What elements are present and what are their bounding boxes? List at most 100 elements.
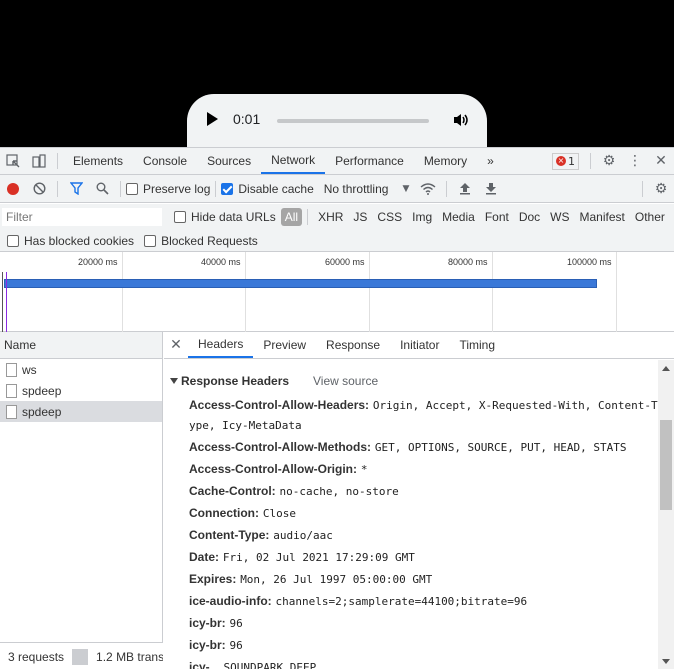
filter-type-media[interactable]: Media [437, 208, 480, 226]
disable-cache-label: Disable cache [238, 181, 314, 196]
filter-type-js[interactable]: JS [348, 208, 372, 226]
timeline-gridline [245, 252, 246, 332]
search-button[interactable] [89, 176, 115, 202]
header-key: Expires: [189, 572, 237, 586]
header-key: Connection: [189, 506, 259, 520]
request-detail-pane: ✕ Headers Preview Response Initiator Tim… [164, 332, 674, 669]
transferred-size: 1.2 MB transfe [96, 649, 163, 664]
tab-performance[interactable]: Performance [325, 148, 414, 174]
filter-type-all[interactable]: All [280, 208, 303, 226]
has-blocked-cookies-checkbox[interactable]: Has blocked cookies [7, 234, 134, 248]
preserve-log-box[interactable] [126, 182, 138, 195]
divider [72, 648, 89, 665]
section-title: Response Headers [181, 374, 290, 388]
clear-button[interactable] [26, 176, 52, 202]
tab-headers[interactable]: Headers [188, 332, 254, 358]
header-key: Content-Type: [189, 528, 270, 542]
error-count: 1 [568, 154, 575, 168]
scroll-up-arrow-icon[interactable] [662, 366, 670, 371]
filter-type-ws[interactable]: WS [545, 208, 574, 226]
timeline-gridline [616, 252, 617, 332]
error-count-badge[interactable]: × 1 [552, 152, 579, 170]
filter-type-css[interactable]: CSS [372, 208, 407, 226]
header-value: Close [262, 507, 296, 520]
tab-network[interactable]: Network [261, 148, 326, 174]
inspect-element-icon[interactable] [0, 148, 26, 174]
header-row: Date: Fri, 02 Jul 2021 17:29:09 GMT [189, 547, 659, 568]
request-name: ws [22, 362, 37, 377]
throttling-select[interactable]: No throttling [324, 182, 389, 196]
header-row: Cache-Control: no-cache, no-store [189, 481, 659, 502]
disable-cache-box[interactable] [221, 182, 234, 195]
network-settings-gear-icon[interactable]: ⚙ [648, 176, 674, 202]
tab-console[interactable]: Console [133, 148, 197, 174]
view-source-link[interactable]: View source [313, 374, 378, 388]
header-value: 96 [229, 639, 243, 652]
file-icon [6, 404, 17, 419]
play-icon[interactable] [207, 112, 218, 126]
tab-initiator[interactable]: Initiator [390, 332, 449, 358]
tab-elements[interactable]: Elements [63, 148, 133, 174]
filter-type-xhr[interactable]: XHR [313, 208, 348, 226]
tab-response[interactable]: Response [316, 332, 390, 358]
audio-player[interactable]: 0:01 [187, 94, 487, 147]
filter-type-manifest[interactable]: Manifest [575, 208, 630, 226]
disable-cache-checkbox[interactable]: Disable cache [221, 181, 314, 196]
has-blocked-cookies-label: Has blocked cookies [24, 233, 135, 248]
error-icon: × [556, 156, 566, 166]
tab-sources[interactable]: Sources [197, 148, 261, 174]
kebab-menu-icon[interactable]: ⋮ [622, 148, 648, 174]
blocked-requests-checkbox[interactable]: Blocked Requests [144, 234, 258, 248]
tab-memory[interactable]: Memory [414, 148, 477, 174]
record-icon [7, 182, 19, 195]
header-row: Expires: Mon, 26 Jul 1997 05:00:00 GMT [189, 569, 659, 590]
tab-timing[interactable]: Timing [449, 332, 505, 358]
response-headers-section-toggle[interactable]: Response Headers [170, 374, 289, 388]
header-row: icy-... SOUNDPARK DEEP [189, 657, 659, 669]
header-row: icy-br: 96 [189, 635, 659, 656]
filter-type-img[interactable]: Img [407, 208, 437, 226]
network-overview-timeline[interactable]: 20000 ms 40000 ms 60000 ms 80000 ms 1000… [0, 252, 674, 332]
filter-type-other[interactable]: Other [630, 208, 670, 226]
column-header-name[interactable]: Name [0, 332, 162, 359]
timeline-tick-label: 20000 ms [78, 257, 118, 267]
blocked-requests-box[interactable] [144, 234, 157, 247]
chevron-down-icon[interactable]: ▼ [402, 184, 409, 194]
timeline-dom-content-loaded-marker [2, 272, 3, 332]
hide-data-urls-box[interactable] [174, 211, 186, 223]
close-detail-icon[interactable]: ✕ [164, 337, 188, 353]
request-row-selected[interactable]: spdeep [0, 401, 162, 422]
request-row[interactable]: ws [0, 359, 162, 380]
request-count: 3 requests [8, 649, 65, 664]
more-tabs-button[interactable]: » [477, 148, 504, 174]
settings-gear-icon[interactable]: ⚙ [596, 148, 622, 174]
header-key: icy-... [189, 660, 220, 669]
record-button[interactable] [0, 176, 26, 202]
scrollbar-thumb[interactable] [660, 420, 672, 510]
file-icon [6, 383, 17, 398]
filter-bar: Hide data URLs All XHR JS CSS Img Media … [0, 204, 674, 230]
timeline-tick-label: 80000 ms [448, 257, 488, 267]
hide-data-urls-checkbox[interactable]: Hide data URLs [174, 210, 276, 224]
filter-type-font[interactable]: Font [480, 208, 514, 226]
export-har-download-icon[interactable] [478, 176, 504, 202]
scroll-down-arrow-icon[interactable] [662, 659, 670, 664]
filter-button[interactable] [63, 176, 89, 202]
has-blocked-cookies-box[interactable] [7, 234, 19, 247]
timeline-gridline [369, 252, 370, 332]
close-devtools-icon[interactable]: ✕ [648, 148, 674, 174]
volume-icon[interactable] [453, 112, 469, 128]
network-conditions-wifi-icon[interactable] [415, 176, 441, 202]
headers-scrollbar[interactable] [658, 360, 674, 669]
request-row[interactable]: spdeep [0, 380, 162, 401]
page-content-area: 0:01 [0, 0, 674, 147]
tab-preview[interactable]: Preview [253, 332, 316, 358]
filter-type-doc[interactable]: Doc [514, 208, 545, 226]
divider [590, 153, 591, 169]
audio-seek-track[interactable] [277, 119, 429, 123]
preserve-log-checkbox[interactable]: Preserve log [126, 182, 210, 196]
device-toolbar-icon[interactable] [26, 148, 52, 174]
header-row: icy-br: 96 [189, 613, 659, 634]
import-har-upload-icon[interactable] [452, 176, 478, 202]
filter-input[interactable] [2, 208, 162, 226]
